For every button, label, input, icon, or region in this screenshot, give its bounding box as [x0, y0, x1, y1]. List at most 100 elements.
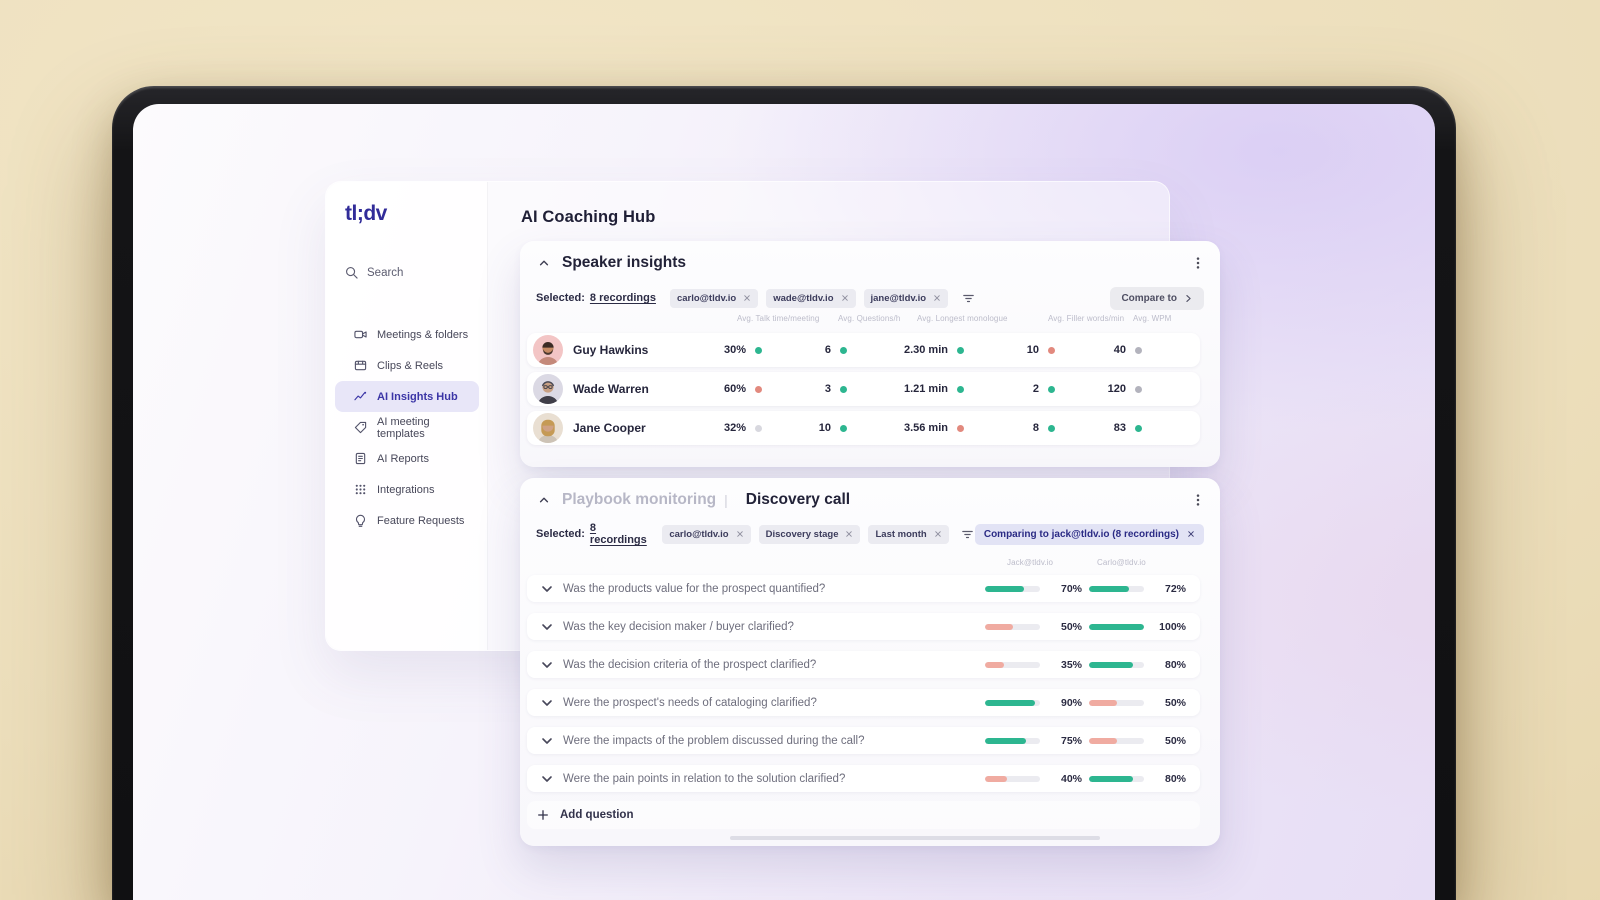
score-percent: 70%	[1060, 582, 1082, 595]
expand-question-button[interactable]	[540, 620, 554, 634]
sidebar-item-feature-requests[interactable]: Feature Requests	[335, 505, 479, 536]
question-row[interactable]: Were the prospect's needs of cataloging …	[527, 689, 1200, 716]
filter-button[interactable]	[961, 526, 975, 542]
laptop-screen: tl;dv Search Meetings & folders Clips & R…	[133, 104, 1435, 900]
comparing-to-chip[interactable]: Comparing to jack@tldv.io (8 recordings)	[974, 523, 1204, 545]
close-icon[interactable]	[933, 294, 941, 302]
chevron-up-icon	[538, 494, 550, 506]
status-dot	[755, 385, 762, 393]
metric-cell: 120	[1055, 383, 1142, 395]
close-icon[interactable]	[934, 530, 942, 538]
question-text: Was the key decision maker / buyer clari…	[563, 620, 794, 633]
report-doc-icon	[354, 452, 367, 465]
filter-chip-jane-tldv-io[interactable]: jane@tldv.io	[863, 288, 949, 308]
question-row[interactable]: Was the decision criteria of the prospec…	[527, 651, 1200, 678]
close-icon[interactable]	[736, 530, 744, 538]
laptop-frame: tl;dv Search Meetings & folders Clips & R…	[112, 86, 1456, 900]
speaker-name: Guy Hawkins	[573, 343, 649, 357]
score-bar	[985, 661, 1040, 668]
score-percent: 35%	[1060, 658, 1082, 671]
score-bar	[985, 623, 1040, 630]
filter-chip-wade-tldv-io[interactable]: wade@tldv.io	[766, 288, 856, 308]
metric-cell: 60%	[717, 383, 762, 395]
playbook-header: Playbook monitoring | Discovery call	[536, 491, 1207, 509]
avatar	[533, 413, 563, 443]
speaker-insights-panel: Speaker insights Selected: 8 recordings …	[520, 241, 1220, 467]
collapse-button[interactable]	[536, 255, 552, 271]
filter-chip-carlo-tldv-io[interactable]: carlo@tldv.io	[662, 524, 751, 544]
status-dot	[1135, 385, 1142, 393]
question-row[interactable]: Were the pain points in relation to the …	[527, 765, 1200, 792]
more-options-button[interactable]	[1189, 491, 1207, 509]
metric-value: 3	[824, 383, 831, 395]
metric-cell: 40	[1055, 344, 1142, 356]
sidebar-item-integrations[interactable]: Integrations	[335, 474, 479, 505]
selected-count-link[interactable]: 8 recordings	[590, 522, 648, 546]
sidebar-item-label: AI meeting templates	[377, 415, 430, 440]
sidebar-item-label: Integrations	[377, 483, 435, 496]
score-bar	[985, 737, 1040, 744]
score-bar	[1089, 585, 1144, 592]
question-row[interactable]: Was the products value for the prospect …	[527, 575, 1200, 602]
speaker-row-wade-warren[interactable]: Wade Warren 60% 3 1.21 min 2 120	[527, 372, 1200, 406]
filter-button[interactable]	[960, 290, 976, 306]
score-percent: 50%	[1164, 734, 1186, 747]
horizontal-scrollbar[interactable]	[730, 836, 1100, 840]
selected-label: Selected:	[536, 292, 585, 304]
expand-question-button[interactable]	[540, 658, 554, 672]
score-percent: 50%	[1164, 696, 1186, 709]
question-row[interactable]: Were the impacts of the problem discusse…	[527, 727, 1200, 754]
question-row[interactable]: Was the key decision maker / buyer clari…	[527, 613, 1200, 640]
compare-to-button[interactable]: Compare to	[1110, 286, 1204, 310]
speaker-row-jane-cooper[interactable]: Jane Cooper 32% 10 3.56 min 8 83	[527, 411, 1200, 445]
score-bar	[1089, 737, 1144, 744]
column-header-jack-tldv-io: Jack@tldv.io	[1007, 558, 1054, 567]
metric-cell: 10	[762, 422, 847, 434]
metric-value: 60%	[723, 383, 746, 395]
sidebar-item-ai-reports[interactable]: AI Reports	[335, 443, 479, 474]
sidebar-item-ai-meeting-templates[interactable]: AI meeting templates	[335, 412, 479, 443]
sidebar-item-label: Clips & Reels	[377, 359, 444, 372]
panel-title: Discovery call	[745, 491, 851, 508]
sidebar-item-ai-insights-hub[interactable]: AI Insights Hub	[335, 381, 479, 412]
score-bar	[985, 585, 1040, 592]
speaker-row-guy-hawkins[interactable]: Guy Hawkins 30% 6 2.30 min 10 40	[527, 333, 1200, 367]
expand-question-button[interactable]	[540, 772, 554, 786]
close-icon[interactable]	[743, 294, 751, 302]
question-text: Were the prospect's needs of cataloging …	[563, 696, 817, 709]
metric-cell: 2	[964, 383, 1055, 395]
status-dot	[1135, 424, 1142, 432]
filter-chip-discovery-stage[interactable]: Discovery stage	[758, 524, 861, 544]
column-header-avg-questions-h: Avg. Questions/h	[838, 314, 901, 323]
speaker-filters-row: Selected: 8 recordings carlo@tldv.io wade…	[536, 286, 1204, 310]
status-dot	[840, 424, 847, 432]
filter-icon	[962, 292, 975, 305]
metric-value: 1.21 min	[903, 383, 948, 395]
add-question-button[interactable]: Add question	[527, 801, 1200, 829]
expand-question-button[interactable]	[540, 696, 554, 710]
selected-count-link[interactable]: 8 recordings	[590, 292, 656, 304]
question-rows: Was the products value for the prospect …	[527, 575, 1200, 803]
metric-cell: 3.56 min	[847, 422, 964, 434]
column-header-avg-wpm: Avg. WPM	[1133, 314, 1172, 323]
grid-dots-icon	[354, 483, 367, 496]
chevron-right-icon	[1184, 294, 1193, 303]
search-button[interactable]: Search	[345, 266, 403, 279]
more-options-button[interactable]	[1189, 254, 1207, 272]
close-icon[interactable]	[845, 530, 853, 538]
sidebar-item-clips-reels[interactable]: Clips & Reels	[335, 350, 479, 381]
close-icon[interactable]	[1187, 530, 1195, 538]
collapse-button[interactable]	[536, 492, 552, 508]
expand-question-button[interactable]	[540, 582, 554, 596]
status-dot	[957, 385, 964, 393]
sidebar-item-meetings-folders[interactable]: Meetings & folders	[335, 319, 479, 350]
column-header-avg-filler-words-min: Avg. Filler words/min	[1048, 314, 1125, 323]
filter-chip-last-month[interactable]: Last month	[868, 524, 949, 544]
lightbulb-icon	[354, 514, 367, 527]
expand-question-button[interactable]	[540, 734, 554, 748]
metric-value: 2.30 min	[903, 344, 948, 356]
speaker-name: Wade Warren	[573, 382, 649, 396]
score-percent: 80%	[1164, 772, 1186, 785]
filter-chip-carlo-tldv-io[interactable]: carlo@tldv.io	[669, 288, 759, 308]
close-icon[interactable]	[841, 294, 849, 302]
